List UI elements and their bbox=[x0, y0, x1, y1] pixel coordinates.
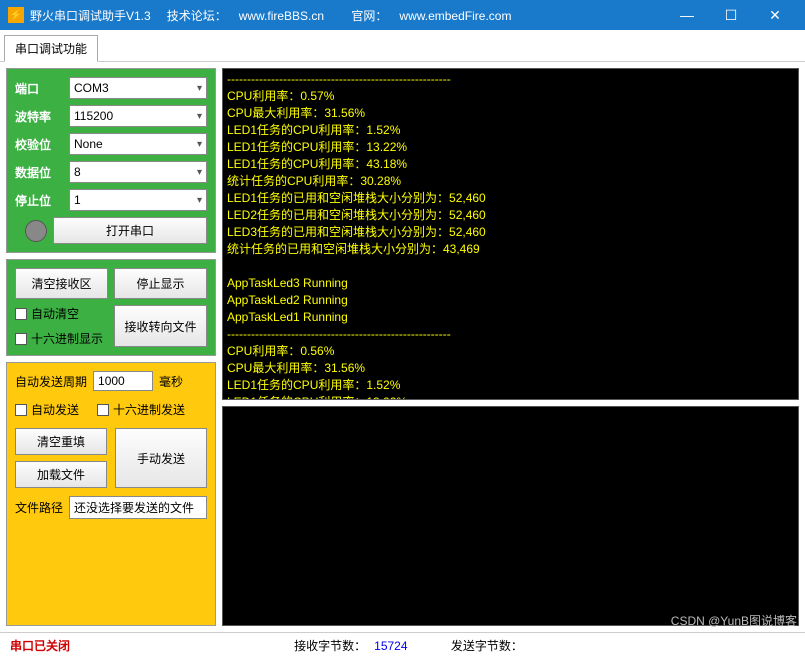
chevron-down-icon: ▾ bbox=[197, 83, 202, 94]
rx-bytes-label: 接收字节数： bbox=[294, 639, 366, 653]
window-title: 野火串口调试助手V1.3 bbox=[30, 7, 151, 24]
send-options-panel: 自动发送周期 1000 毫秒 自动发送 十六进制发送 清空重填 加载文件 手动发… bbox=[6, 362, 216, 626]
data-bits-select[interactable]: 8▾ bbox=[69, 161, 207, 183]
period-unit-label: 毫秒 bbox=[159, 373, 183, 390]
filepath-input[interactable]: 还没选择要发送的文件 bbox=[69, 496, 207, 519]
chevron-down-icon: ▾ bbox=[197, 139, 202, 150]
statusbar: 串口已关闭 接收字节数：15724 发送字节数： CSDN @YunB图说博客 bbox=[0, 632, 805, 658]
hex-send-checkbox[interactable]: 十六进制发送 bbox=[97, 401, 185, 418]
maximize-button[interactable]: ☐ bbox=[709, 0, 753, 30]
data-bits-label: 数据位 bbox=[15, 164, 63, 181]
chevron-down-icon: ▾ bbox=[197, 195, 202, 206]
tab-serial-debug[interactable]: 串口调试功能 bbox=[4, 35, 98, 62]
load-file-button[interactable]: 加载文件 bbox=[15, 461, 107, 488]
chevron-down-icon: ▾ bbox=[197, 111, 202, 122]
minimize-button[interactable]: — bbox=[665, 0, 709, 30]
forum-url[interactable]: www.fireBBS.cn bbox=[239, 9, 324, 23]
stop-bits-select[interactable]: 1▾ bbox=[69, 189, 207, 211]
port-settings-panel: 端口 COM3▾ 波特率 115200▾ 校验位 None▾ 数据位 8▾ 停止… bbox=[6, 68, 216, 253]
site-url[interactable]: www.embedFire.com bbox=[399, 9, 511, 23]
receive-options-panel: 清空接收区 停止显示 自动清空 十六进制显示 接收转向文件 bbox=[6, 259, 216, 356]
hex-display-checkbox[interactable]: 十六进制显示 bbox=[15, 330, 108, 347]
stop-bits-label: 停止位 bbox=[15, 192, 63, 209]
close-button[interactable]: ✕ bbox=[753, 0, 797, 30]
forum-label: 技术论坛： bbox=[167, 9, 227, 23]
header-links: 技术论坛： www.fireBBS.cn 官网： www.embedFire.com bbox=[167, 7, 524, 24]
receive-terminal[interactable]: ----------------------------------------… bbox=[222, 68, 799, 400]
receive-to-file-button[interactable]: 接收转向文件 bbox=[114, 305, 207, 347]
manual-send-button[interactable]: 手动发送 bbox=[115, 428, 207, 488]
auto-send-period-input[interactable]: 1000 bbox=[93, 371, 153, 391]
filepath-label: 文件路径 bbox=[15, 499, 63, 516]
parity-label: 校验位 bbox=[15, 136, 63, 153]
baud-select[interactable]: 115200▾ bbox=[69, 105, 207, 127]
open-port-button[interactable]: 打开串口 bbox=[53, 217, 207, 244]
clear-fill-button[interactable]: 清空重填 bbox=[15, 428, 107, 455]
port-status-text: 串口已关闭 bbox=[10, 637, 70, 654]
clear-receive-button[interactable]: 清空接收区 bbox=[15, 268, 108, 299]
auto-send-period-label: 自动发送周期 bbox=[15, 373, 87, 390]
site-label: 官网： bbox=[351, 9, 387, 23]
parity-select[interactable]: None▾ bbox=[69, 133, 207, 155]
watermark-text: CSDN @YunB图说博客 bbox=[671, 612, 797, 629]
titlebar: ⚡ 野火串口调试助手V1.3 技术论坛： www.fireBBS.cn 官网： ww… bbox=[0, 0, 805, 30]
port-select[interactable]: COM3▾ bbox=[69, 77, 207, 99]
chevron-down-icon: ▾ bbox=[197, 167, 202, 178]
auto-send-checkbox[interactable]: 自动发送 bbox=[15, 401, 79, 418]
stop-display-button[interactable]: 停止显示 bbox=[114, 268, 207, 299]
baud-label: 波特率 bbox=[15, 108, 63, 125]
app-icon: ⚡ bbox=[8, 7, 24, 23]
status-led-icon bbox=[25, 220, 47, 242]
tabbar: 串口调试功能 bbox=[0, 30, 805, 62]
tx-bytes-label: 发送字节数： bbox=[451, 639, 523, 653]
port-label: 端口 bbox=[15, 80, 63, 97]
rx-bytes-value: 15724 bbox=[374, 639, 407, 653]
send-terminal[interactable] bbox=[222, 406, 799, 626]
auto-clear-checkbox[interactable]: 自动清空 bbox=[15, 305, 108, 322]
